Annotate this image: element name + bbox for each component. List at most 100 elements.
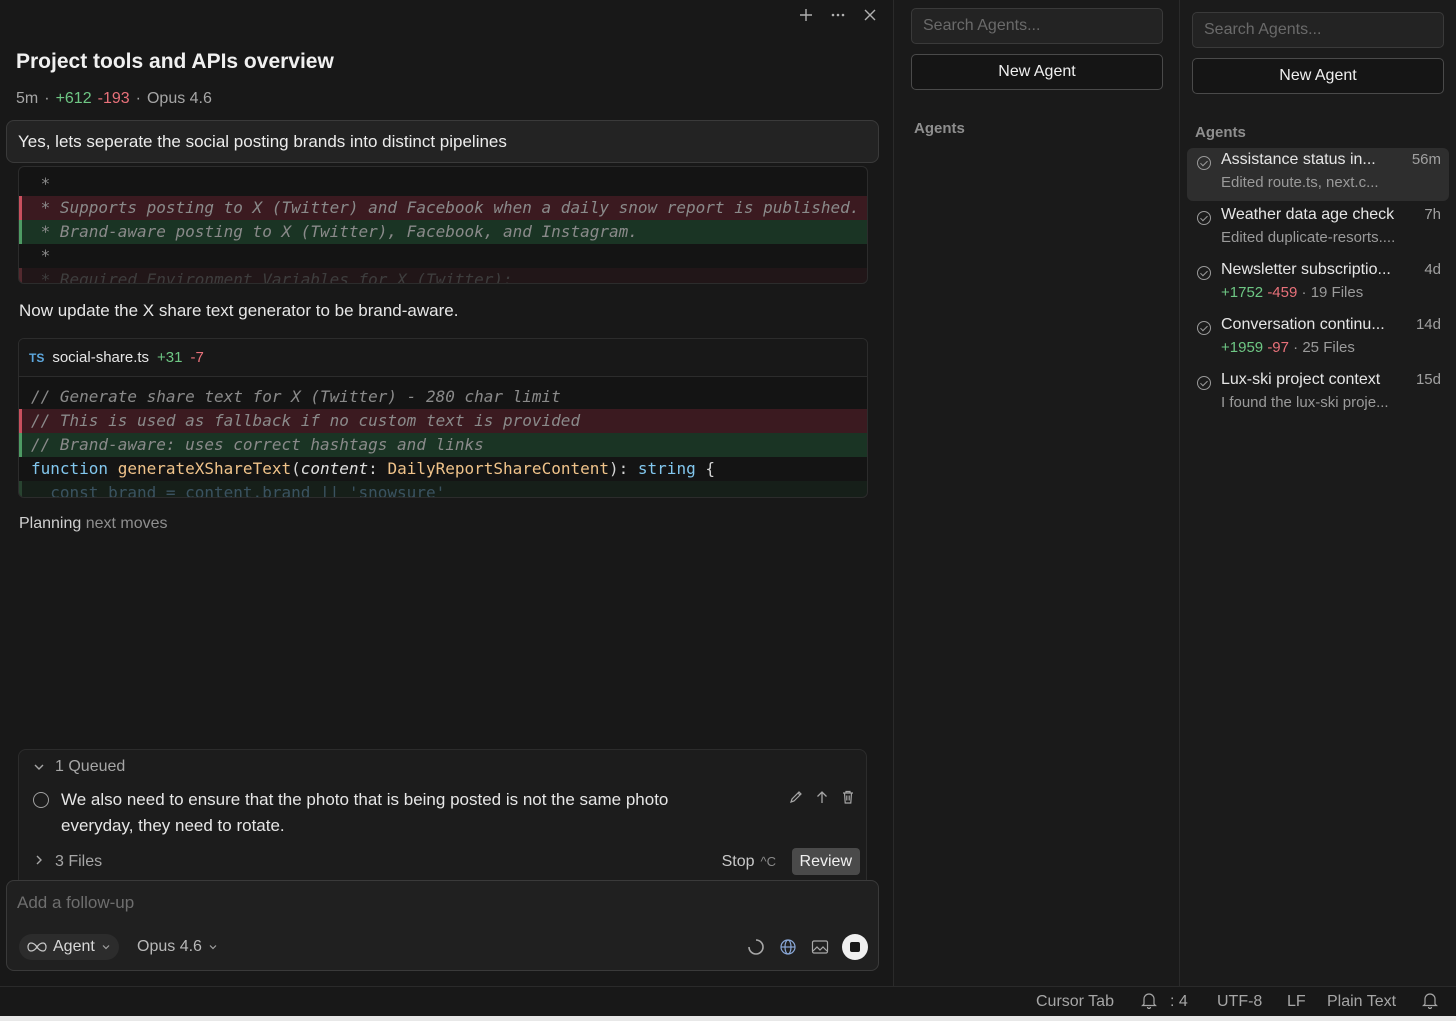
chevron-down-icon (102, 945, 110, 950)
pencil-icon[interactable] (788, 788, 804, 806)
follow-up-composer: Agent Opus 4.6 (6, 880, 879, 971)
diff-block-social-share[interactable]: TS social-share.ts +31 -7 // Generate sh… (18, 338, 868, 498)
changed-files-bar: 3 Files Stop ^C Review (18, 844, 867, 880)
deletions-count: -193 (97, 90, 130, 107)
code-line-added: const brand = content.brand || 'snowsure… (19, 481, 867, 497)
agents-sidebar-secondary: New Agent Agents (893, 0, 1179, 986)
file-additions: +31 (157, 349, 183, 366)
agent-time: 7h (1424, 206, 1441, 223)
check-circle-icon (1197, 156, 1211, 170)
chevron-down-icon (209, 945, 217, 950)
panel-toolbar (797, 5, 879, 25)
assistant-message: Now update the X share text generator to… (19, 301, 459, 320)
indent-status[interactable]: : 4 (1170, 993, 1188, 1011)
page-title: Project tools and APIs overview (16, 50, 334, 73)
agent-title: Assistance status in... (1221, 151, 1376, 168)
agent-item[interactable]: Assistance status in... 56m Edited route… (1187, 148, 1449, 201)
queued-item-text: We also need to ensure that the photo th… (61, 790, 669, 835)
search-agents-input[interactable] (911, 8, 1163, 44)
agent-summary: Edited route.ts, next.c... (1221, 174, 1379, 191)
arrow-up-icon[interactable] (814, 788, 830, 806)
review-button[interactable]: Review (791, 848, 860, 875)
close-icon[interactable] (861, 5, 879, 25)
user-message[interactable]: Yes, lets seperate the social posting br… (6, 120, 879, 163)
check-circle-icon (1197, 266, 1211, 280)
follow-up-input[interactable] (17, 891, 857, 915)
agent-item[interactable]: Newsletter subscriptio... 4d +1752 -459 … (1187, 258, 1449, 311)
additions-count: +612 (55, 90, 92, 107)
stop-button[interactable]: Stop ^C (722, 853, 776, 871)
more-icon[interactable] (829, 5, 847, 25)
code-line-deleted: * Required Environment Variables for X (… (19, 268, 867, 283)
stop-icon (850, 942, 860, 952)
file-name: social-share.ts (52, 349, 150, 366)
trash-icon[interactable] (840, 788, 856, 806)
new-agent-button[interactable]: New Agent (911, 54, 1163, 90)
agent-time: 14d (1415, 316, 1441, 333)
typescript-icon: TS (29, 350, 45, 365)
code-line: function generateXShareText(content: Dai… (31, 459, 715, 478)
code-line-deleted: // This is used as fallback if no custom… (19, 409, 867, 433)
agent-item[interactable]: Weather data age check 7h Edited duplica… (1187, 203, 1449, 256)
files-toggle[interactable]: 3 Files (33, 853, 102, 871)
code-line-deleted: * Supports posting to X (Twitter) and Fa… (19, 196, 867, 220)
check-circle-icon (1197, 321, 1211, 335)
queued-item-actions (788, 788, 856, 806)
check-circle-icon (1197, 376, 1211, 390)
agent-title: Weather data age check (1221, 206, 1395, 223)
chevron-down-icon (34, 764, 44, 770)
bell-icon[interactable] (1422, 991, 1438, 1014)
code-line: // Generate share text for X (Twitter) -… (31, 387, 561, 406)
planning-status: Planning next moves (19, 515, 168, 532)
queue-toggle[interactable]: 1 Queued (33, 758, 125, 776)
bell-icon[interactable] (1141, 991, 1157, 1014)
agent-item[interactable]: Conversation continu... 14d +1959 -97 · … (1187, 313, 1449, 366)
radio-circle-icon[interactable] (33, 792, 49, 808)
queued-messages: 1 Queued We also need to ensure that the… (18, 749, 867, 845)
model-selector[interactable]: Opus 4.6 (137, 934, 218, 960)
agent-title: Lux-ski project context (1221, 371, 1381, 388)
agents-section-label: Agents (914, 120, 965, 137)
agent-title: Newsletter subscriptio... (1221, 261, 1391, 278)
code-line: * (31, 246, 51, 265)
code-line: * (31, 174, 51, 193)
agents-section-label: Agents (1195, 124, 1246, 141)
infinity-icon (27, 942, 47, 952)
agent-chat-panel: Project tools and APIs overview 5m · +61… (0, 0, 893, 986)
agent-diff-summary: +1752 -459 · 19 Files (1221, 284, 1364, 301)
composer-actions (746, 934, 868, 960)
agent-title: Conversation continu... (1221, 316, 1385, 333)
loading-spinner-icon (746, 937, 766, 957)
shortcut-hint: ^C (760, 854, 777, 869)
agent-item[interactable]: Lux-ski project context 15d I found the … (1187, 368, 1449, 421)
agent-time: 56m (1411, 151, 1441, 168)
encoding-status[interactable]: UTF-8 (1217, 993, 1262, 1011)
eol-status[interactable]: LF (1287, 993, 1306, 1011)
agent-summary: Edited duplicate-resorts.... (1221, 229, 1396, 246)
agent-time: 15d (1415, 371, 1441, 388)
model-name: Opus 4.6 (146, 90, 212, 107)
globe-icon[interactable] (778, 937, 798, 957)
plus-icon[interactable] (797, 5, 815, 25)
elapsed-time: 5m (16, 90, 39, 107)
new-agent-button[interactable]: New Agent (1192, 58, 1444, 94)
agents-sidebar: New Agent Agents Assistance status in...… (1179, 0, 1456, 986)
language-status[interactable]: Plain Text (1327, 993, 1396, 1011)
diff-block-comments[interactable]: * * Supports posting to X (Twitter) and … (18, 166, 868, 284)
file-deletions: -7 (190, 349, 204, 366)
bottom-strip (0, 1016, 1456, 1021)
chat-meta: 5m · +612 -193 · Opus 4.6 (16, 90, 212, 107)
code-line-added: * Brand-aware posting to X (Twitter), Fa… (19, 220, 867, 244)
chevron-right-icon (36, 855, 42, 865)
cursor-tab-status[interactable]: Cursor Tab (1036, 993, 1114, 1011)
agent-diff-summary: +1959 -97 · 25 Files (1221, 339, 1355, 356)
search-agents-input[interactable] (1192, 12, 1444, 48)
code-line-added: // Brand-aware: uses correct hashtags an… (19, 433, 867, 457)
file-header[interactable]: TS social-share.ts +31 -7 (19, 339, 867, 377)
mode-selector[interactable]: Agent (19, 934, 119, 960)
agent-summary: I found the lux-ski proje... (1221, 394, 1389, 411)
queued-item[interactable]: We also need to ensure that the photo th… (33, 787, 733, 839)
check-circle-icon (1197, 211, 1211, 225)
image-icon[interactable] (810, 937, 830, 957)
stop-generation-button[interactable] (842, 934, 868, 960)
